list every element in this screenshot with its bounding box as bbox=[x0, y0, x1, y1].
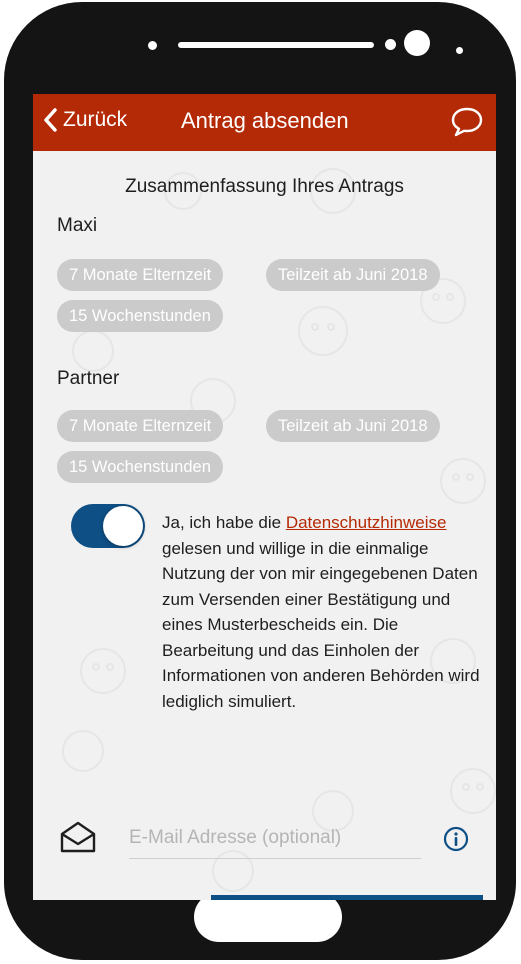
chat-bubble-icon bbox=[451, 107, 483, 137]
phone-camera bbox=[404, 30, 430, 56]
consent-toggle[interactable] bbox=[71, 504, 145, 548]
phone-sensor-dot bbox=[148, 41, 157, 50]
app-screen: Zurück Antrag absenden Zusammenfassung I… bbox=[33, 94, 496, 900]
privacy-link[interactable]: Datenschutzhinweise bbox=[286, 513, 447, 532]
chip-teilzeit: Teilzeit ab Juni 2018 bbox=[266, 410, 440, 442]
phone-sensor-dot bbox=[456, 47, 463, 54]
chat-button[interactable] bbox=[450, 106, 484, 143]
chip-elternzeit: 7 Monate Elternzeit bbox=[57, 410, 224, 442]
phone-frame: Zurück Antrag absenden Zusammenfassung I… bbox=[4, 2, 516, 960]
app-bar: Zurück Antrag absenden bbox=[33, 94, 496, 151]
chip-wochenstunden: 15 Wochenstunden bbox=[57, 451, 223, 483]
consent-text-start: Ja, ich habe die bbox=[162, 513, 286, 532]
chevron-left-icon bbox=[44, 108, 57, 132]
submit-button[interactable] bbox=[211, 895, 483, 900]
email-input[interactable] bbox=[129, 818, 421, 859]
info-icon[interactable] bbox=[443, 826, 469, 852]
person-name-maxi: Maxi bbox=[57, 215, 98, 236]
phone-sensor-dot bbox=[385, 39, 396, 50]
page-title: Antrag absenden bbox=[181, 108, 349, 133]
summary-title: Zusammenfassung Ihres Antrags bbox=[125, 176, 404, 197]
envelope-open-icon bbox=[60, 821, 96, 853]
back-button[interactable]: Zurück bbox=[43, 108, 127, 132]
phone-side-button bbox=[4, 170, 14, 360]
chip-teilzeit: Teilzeit ab Juni 2018 bbox=[266, 259, 440, 291]
chip-elternzeit: 7 Monate Elternzeit bbox=[57, 259, 224, 291]
chip-wochenstunden: 15 Wochenstunden bbox=[57, 300, 223, 332]
phone-speaker bbox=[178, 42, 374, 48]
consent-text-rest: gelesen und willige in die einmalige Nut… bbox=[162, 538, 480, 711]
back-label: Zurück bbox=[63, 108, 128, 131]
person-name-partner: Partner bbox=[57, 368, 120, 389]
toggle-knob bbox=[103, 506, 143, 546]
consent-text: Ja, ich habe die Datenschutzhinweise gel… bbox=[162, 510, 492, 714]
